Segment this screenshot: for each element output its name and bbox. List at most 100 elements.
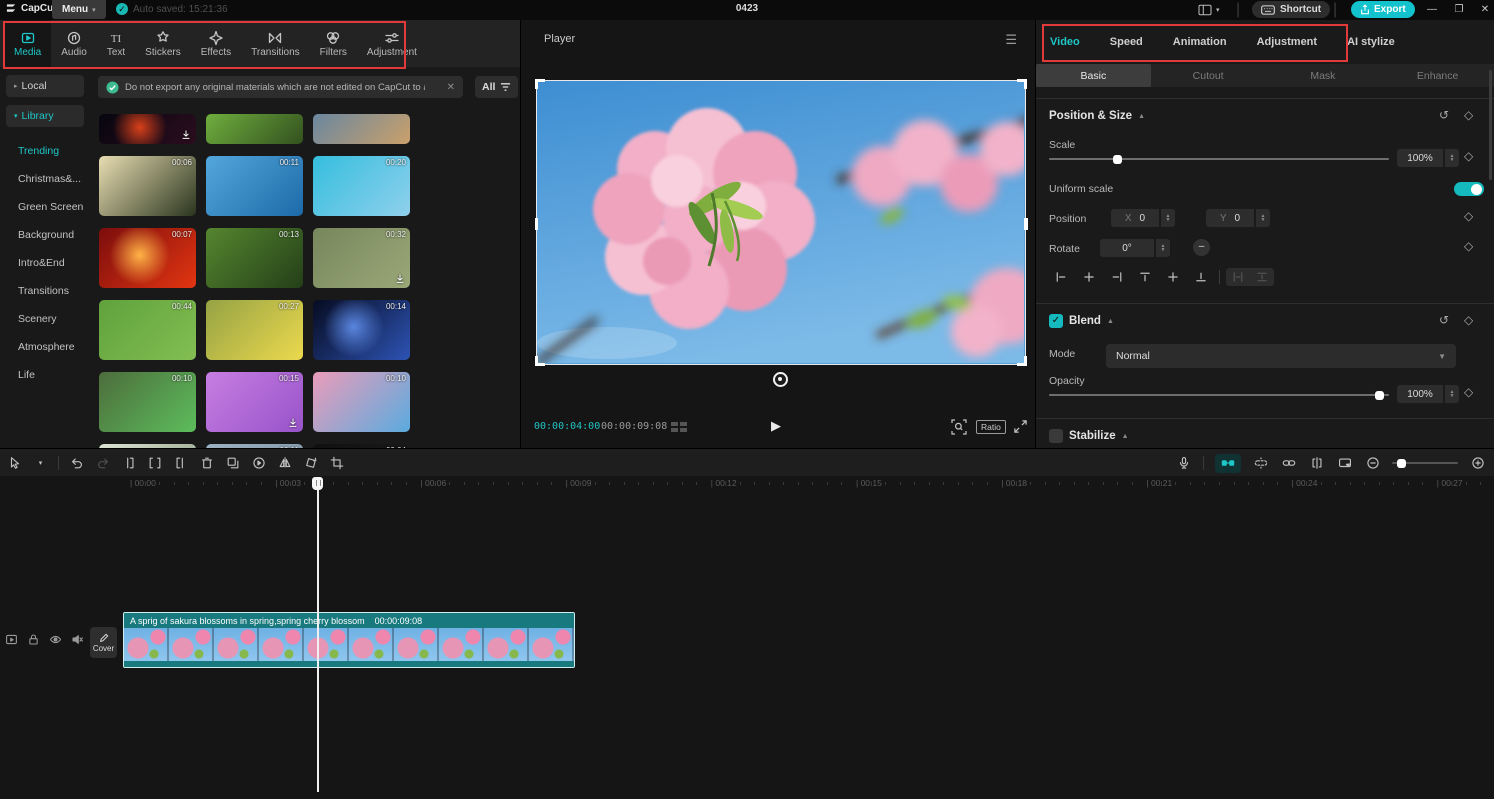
subtab-cutout[interactable]: Cutout	[1151, 64, 1266, 87]
tab-media[interactable]: Media	[4, 20, 51, 67]
trim-both-icon[interactable]	[146, 455, 163, 472]
shortcut-button[interactable]: Shortcut	[1252, 1, 1330, 18]
media-thumbnail[interactable]: 00:13	[206, 228, 303, 288]
resize-handle[interactable]	[1024, 356, 1027, 366]
blend-mode-select[interactable]: Normal ▼	[1106, 344, 1456, 368]
rotate-dial[interactable]: –	[1193, 239, 1210, 256]
tab-adjustment[interactable]: Adjustment	[1257, 36, 1318, 48]
keyframe-icon[interactable]: ◇	[1464, 385, 1473, 399]
align-top-icon[interactable]	[1133, 268, 1157, 286]
sidebar-item-library[interactable]: ▾ Library	[6, 105, 84, 127]
opacity-slider-thumb[interactable]	[1375, 391, 1384, 400]
media-thumbnail[interactable]: 00:14	[313, 300, 410, 360]
resize-handle[interactable]	[1024, 79, 1027, 89]
timeline-zoom-slider[interactable]	[1392, 462, 1458, 464]
dashed-link-icon[interactable]	[1252, 455, 1269, 472]
blend-checkbox[interactable]: ✓	[1049, 314, 1063, 328]
zoom-slider-thumb[interactable]	[1397, 459, 1406, 468]
reset-icon[interactable]: ↺	[1439, 313, 1449, 327]
video-preview[interactable]	[536, 80, 1026, 365]
tab-stickers[interactable]: Stickers	[135, 20, 191, 67]
audio-mute-icon[interactable]	[70, 632, 84, 646]
play-button[interactable]: ▶	[771, 418, 781, 434]
zoom-out-icon[interactable]	[1364, 455, 1381, 472]
media-thumbnail[interactable]	[99, 114, 196, 144]
download-icon[interactable]	[180, 129, 192, 141]
export-button[interactable]: Export	[1351, 1, 1415, 18]
resize-handle[interactable]	[535, 218, 539, 230]
sidebar-item-background[interactable]: Background	[0, 221, 90, 249]
keyframe-icon[interactable]: ◇	[1464, 209, 1473, 223]
media-thumbnail[interactable]: 00:20	[313, 156, 410, 216]
video-clip[interactable]: A sprig of sakura blossoms in spring,spr…	[123, 612, 575, 668]
microphone-icon[interactable]	[1175, 455, 1192, 472]
position-size-section-title[interactable]: Position & Size ▲	[1049, 110, 1145, 122]
scale-slider-thumb[interactable]	[1113, 155, 1122, 164]
scale-slider[interactable]	[1049, 158, 1389, 160]
link-icon[interactable]	[1280, 455, 1297, 472]
tab-adjustment[interactable]: Adjustment	[357, 20, 427, 67]
player-menu-icon[interactable]: ☰	[1005, 32, 1018, 48]
rotate-input[interactable]: 0°	[1100, 239, 1154, 257]
download-icon[interactable]	[287, 417, 299, 429]
scale-value[interactable]: 100%	[1397, 149, 1443, 167]
opacity-stepper[interactable]: ▲▼	[1445, 385, 1459, 403]
ratio-button[interactable]: Ratio	[976, 420, 1006, 434]
trim-left-icon[interactable]	[120, 455, 137, 472]
subtab-enhance[interactable]: Enhance	[1380, 64, 1494, 87]
duplicate-icon[interactable]	[224, 455, 241, 472]
align-left-icon[interactable]	[1049, 268, 1073, 286]
align-right-icon[interactable]	[1105, 268, 1129, 286]
fullscreen-icon[interactable]	[1013, 419, 1028, 434]
zoom-in-icon[interactable]	[1469, 455, 1486, 472]
opacity-slider[interactable]	[1049, 394, 1389, 396]
rotate-icon[interactable]	[302, 455, 319, 472]
media-thumbnail[interactable]: 00:10	[99, 372, 196, 432]
center-horizontal-icon[interactable]	[1077, 268, 1101, 286]
media-thumbnail[interactable]: 00:44	[99, 300, 196, 360]
tab-audio[interactable]: Audio	[51, 20, 97, 67]
media-thumbnail[interactable]	[206, 114, 303, 144]
uniform-scale-toggle[interactable]	[1454, 182, 1484, 196]
minimize-button[interactable]: —	[1424, 2, 1440, 18]
keyframe-icon[interactable]: ◇	[1464, 108, 1473, 122]
video-track-icon[interactable]	[4, 632, 18, 646]
blend-section-title[interactable]: ✓ Blend ▲	[1049, 314, 1114, 328]
screen-record-icon[interactable]	[1336, 455, 1353, 472]
keyframe-icon[interactable]: ◇	[1464, 149, 1473, 163]
cover-button[interactable]: Cover	[90, 627, 117, 658]
crop-icon[interactable]	[328, 455, 345, 472]
reset-icon[interactable]: ↺	[1439, 108, 1449, 122]
media-thumbnail[interactable]: 00:06	[99, 156, 196, 216]
tab-animation[interactable]: Animation	[1173, 36, 1227, 48]
sidebar-item-life[interactable]: Life	[0, 361, 90, 389]
position-x-stepper[interactable]: ▲▼	[1161, 209, 1175, 227]
keyframe-icon[interactable]: ◇	[1464, 239, 1473, 253]
lock-icon[interactable]	[26, 632, 40, 646]
sidebar-item-scenery[interactable]: Scenery	[0, 305, 90, 333]
resize-handle[interactable]	[1024, 218, 1028, 230]
subtab-mask[interactable]: Mask	[1266, 64, 1381, 87]
mirror-icon[interactable]	[276, 455, 293, 472]
stabilize-section-title[interactable]: Stabilize ▲	[1049, 429, 1129, 443]
tab-ai-stylize[interactable]: AI stylize	[1347, 36, 1395, 48]
tab-filters[interactable]: Filters	[310, 20, 357, 67]
split-preview-icon[interactable]	[1308, 455, 1325, 472]
magnet-icon[interactable]	[1215, 454, 1241, 473]
position-x-input[interactable]: X 0	[1111, 209, 1159, 227]
download-icon[interactable]	[394, 273, 406, 285]
close-button[interactable]: ✕	[1477, 2, 1493, 18]
position-y-input[interactable]: Y 0	[1206, 209, 1254, 227]
sidebar-item-local[interactable]: ▸ Local	[6, 75, 84, 97]
banner-close-icon[interactable]: ✕	[447, 82, 455, 93]
tab-speed[interactable]: Speed	[1110, 36, 1143, 48]
resize-handle[interactable]	[535, 79, 538, 89]
timeline[interactable]: | 00:00| 00:03| 00:06| 00:09| 00:12| 00:…	[0, 476, 1494, 799]
preview-zoom-icon[interactable]	[951, 419, 967, 435]
select-cursor-icon[interactable]	[6, 455, 23, 472]
center-vertical-icon[interactable]	[1161, 268, 1185, 286]
eye-icon[interactable]	[48, 632, 62, 646]
scrollbar[interactable]	[1489, 70, 1492, 180]
tab-video[interactable]: Video	[1050, 36, 1080, 48]
tab-transitions[interactable]: Transitions	[241, 20, 310, 67]
